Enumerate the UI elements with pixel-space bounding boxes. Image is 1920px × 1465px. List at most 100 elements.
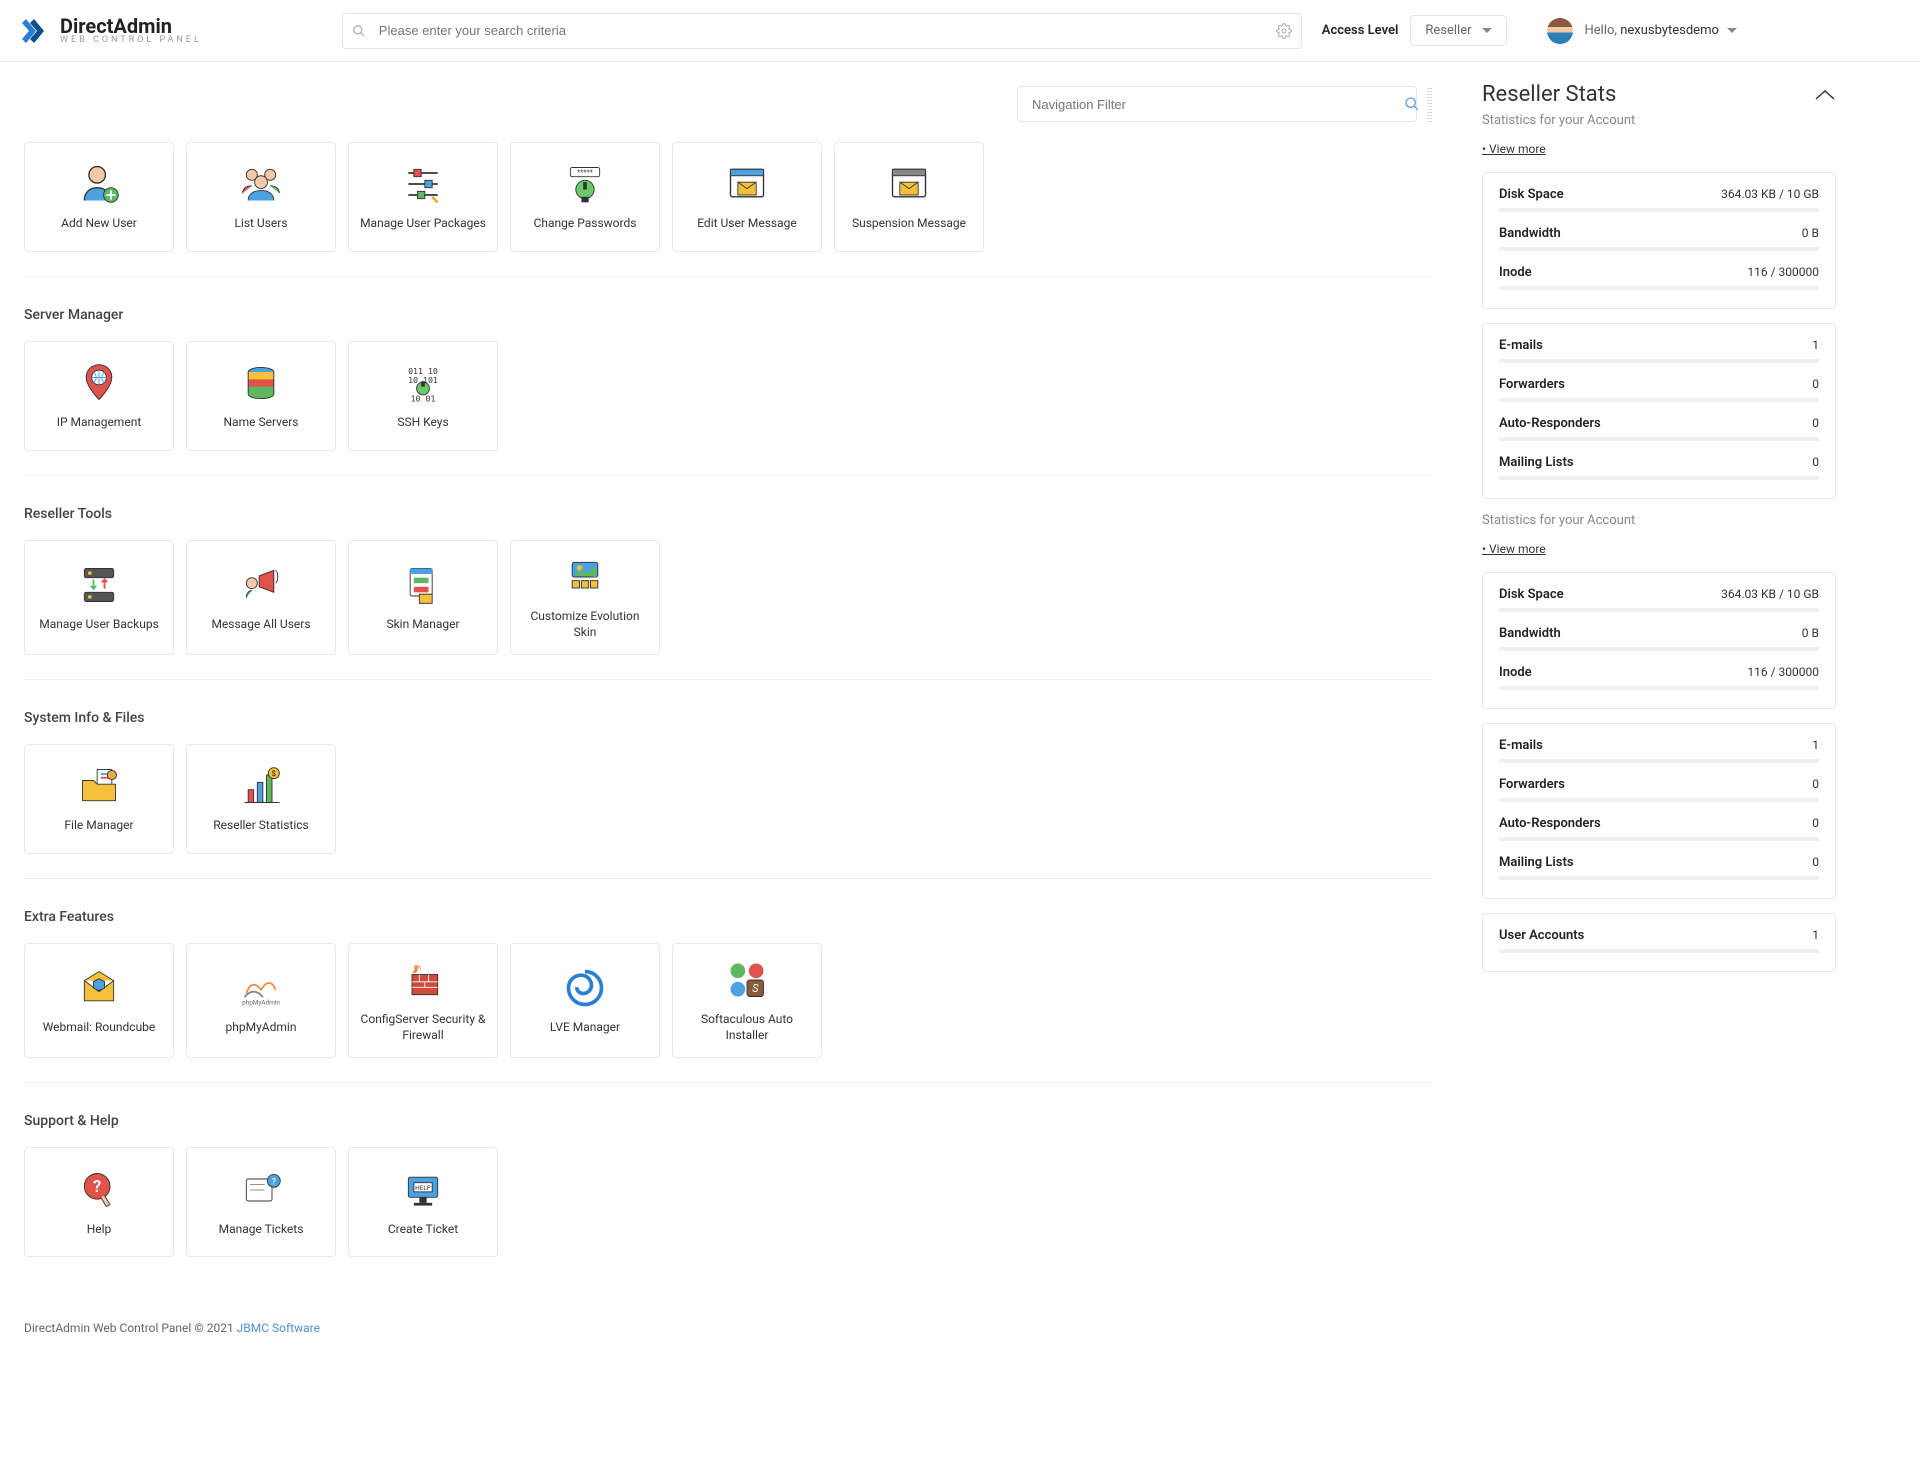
stat-box: Disk Space364.03 KB / 10 GBBandwidth0 BI…: [1482, 572, 1836, 709]
nav-card[interactable]: ConfigServer Security & Firewall: [348, 943, 498, 1058]
access-level-dropdown[interactable]: Reseller: [1410, 15, 1506, 46]
stat-label: Inode: [1499, 265, 1532, 280]
nav-card[interactable]: *****Change Passwords: [510, 142, 660, 252]
stat-label: User Accounts: [1499, 928, 1584, 943]
stat-value: 0: [1812, 855, 1819, 869]
stat-value: 0: [1812, 377, 1819, 391]
stat-value: 116 / 300000: [1747, 265, 1819, 279]
skin-icon: [401, 563, 445, 607]
brand-subtitle: web control panel: [60, 36, 202, 45]
card-label: ConfigServer Security & Firewall: [359, 1012, 487, 1043]
stat-bar: [1499, 359, 1819, 363]
stat-label: Auto-Responders: [1499, 416, 1601, 431]
stat-label: Inode: [1499, 665, 1532, 680]
card-label: List Users: [234, 216, 287, 232]
stat-bar: [1499, 398, 1819, 402]
chevron-down-icon: [1727, 28, 1737, 33]
view-more-link[interactable]: View more: [1482, 142, 1836, 156]
card-label: Manage Tickets: [219, 1222, 304, 1238]
stats-subtitle: Statistics for your Account: [1482, 513, 1836, 528]
mail-window2-icon: [887, 162, 931, 206]
search-icon[interactable]: [1404, 96, 1420, 112]
card-label: Manage User Packages: [360, 216, 486, 232]
grid-picture-icon: [563, 555, 607, 599]
nav-card[interactable]: Skin Manager: [348, 540, 498, 655]
nav-card[interactable]: phpMyAdminphpMyAdmin: [186, 943, 336, 1058]
gear-icon[interactable]: [1276, 23, 1292, 39]
nav-card[interactable]: Webmail: Roundcube: [24, 943, 174, 1058]
nav-card[interactable]: Manage User Backups: [24, 540, 174, 655]
nav-card[interactable]: LVE Manager: [510, 943, 660, 1058]
stat-bar: [1499, 798, 1819, 802]
navigation-filter-input[interactable]: [1017, 86, 1417, 122]
stats-title: Reseller Stats: [1482, 82, 1616, 107]
stat-value: 0 B: [1802, 226, 1819, 240]
nav-card[interactable]: 011 1010 10110 01SSH Keys: [348, 341, 498, 451]
firewall-icon: [401, 958, 445, 1002]
section-title: System Info & Files: [24, 710, 1432, 726]
stat-bar: [1499, 286, 1819, 290]
nav-card[interactable]: Edit User Message: [672, 142, 822, 252]
card-label: LVE Manager: [550, 1020, 620, 1036]
nav-card[interactable]: File Manager: [24, 744, 174, 854]
stat-box: E-mails1Forwarders0Auto-Responders0Maili…: [1482, 723, 1836, 899]
db-stack-icon: [239, 361, 283, 405]
nav-card[interactable]: SSoftaculous Auto Installer: [672, 943, 822, 1058]
stat-label: Mailing Lists: [1499, 855, 1574, 870]
stat-bar: [1499, 876, 1819, 880]
nav-card[interactable]: Message All Users: [186, 540, 336, 655]
stat-value: 116 / 300000: [1747, 665, 1819, 679]
footer-link[interactable]: JBMC Software: [237, 1321, 320, 1335]
user-plus-icon: [77, 162, 121, 206]
nav-card[interactable]: ? Manage Tickets: [186, 1147, 336, 1257]
nav-card[interactable]: Name Servers: [186, 341, 336, 451]
nav-card[interactable]: HELPCreate Ticket: [348, 1147, 498, 1257]
card-label: Suspension Message: [852, 216, 966, 232]
nav-card[interactable]: Add New User: [24, 142, 174, 252]
stat-box: User Accounts1: [1482, 913, 1836, 972]
nav-card[interactable]: Suspension Message: [834, 142, 984, 252]
password-icon: *****: [563, 162, 607, 206]
view-more-link[interactable]: View more: [1482, 542, 1836, 556]
chevron-up-icon: [1814, 88, 1836, 102]
card-label: Customize Evolution Skin: [521, 609, 649, 640]
sliders-icon: [401, 162, 445, 206]
servers-arrows-icon: [77, 563, 121, 607]
svg-text:HELP: HELP: [415, 1184, 431, 1192]
resize-handle[interactable]: [1427, 86, 1432, 122]
stat-row: Forwarders0: [1499, 377, 1819, 402]
stat-label: Mailing Lists: [1499, 455, 1574, 470]
stat-label: Bandwidth: [1499, 626, 1561, 641]
stat-value: 0: [1812, 816, 1819, 830]
section-title: Reseller Tools: [24, 506, 1432, 522]
nav-card[interactable]: List Users: [186, 142, 336, 252]
svg-text:*****: *****: [577, 168, 594, 177]
card-label: Skin Manager: [386, 617, 459, 633]
stat-row: E-mails1: [1499, 738, 1819, 763]
stat-label: Forwarders: [1499, 777, 1565, 792]
svg-text:?: ?: [272, 1177, 276, 1187]
stats-header[interactable]: Reseller Stats: [1482, 82, 1836, 107]
user-menu[interactable]: Hello, nexusbytesdemo: [1585, 23, 1737, 38]
stat-row: Auto-Responders0: [1499, 416, 1819, 441]
nav-card[interactable]: ?Help: [24, 1147, 174, 1257]
stat-value: 1: [1812, 338, 1819, 352]
nav-card[interactable]: Customize Evolution Skin: [510, 540, 660, 655]
chart-icon: $: [239, 764, 283, 808]
svg-text:phpMyAdmin: phpMyAdmin: [242, 998, 280, 1006]
stat-label: Disk Space: [1499, 587, 1564, 602]
section: System Info & Files File Manager$Reseller…: [24, 710, 1432, 879]
swirl-icon: [563, 966, 607, 1010]
stat-row: Forwarders0: [1499, 777, 1819, 802]
access-level-label: Access Level: [1322, 23, 1399, 38]
nav-card[interactable]: IP Management: [24, 341, 174, 451]
logo[interactable]: DirectAdmin web control panel: [20, 15, 202, 47]
stat-label: E-mails: [1499, 738, 1543, 753]
search-input[interactable]: [342, 13, 1302, 49]
softaculous-icon: S: [725, 958, 769, 1002]
nav-card[interactable]: Manage User Packages: [348, 142, 498, 252]
ip-pin-icon: [77, 361, 121, 405]
stat-value: 0 B: [1802, 626, 1819, 640]
nav-card[interactable]: $Reseller Statistics: [186, 744, 336, 854]
avatar[interactable]: [1547, 18, 1573, 44]
